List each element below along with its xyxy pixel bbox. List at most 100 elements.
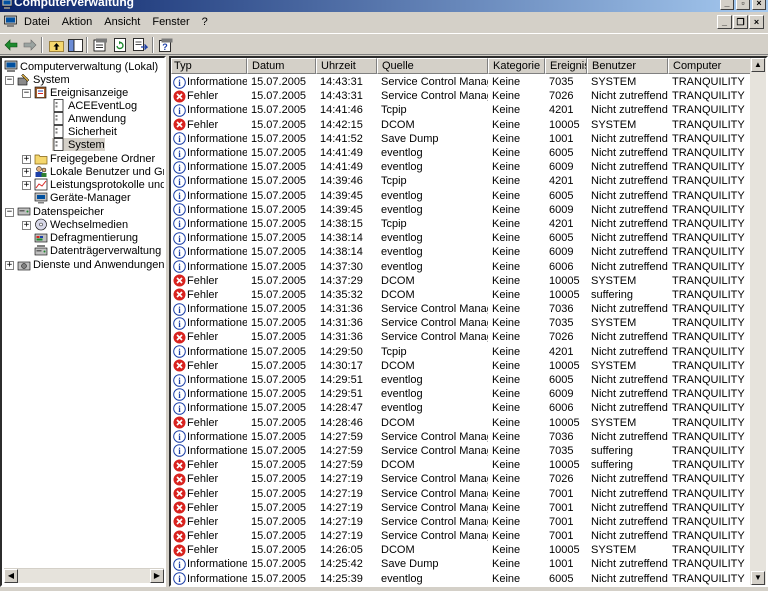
column-header-computer[interactable]: Computer xyxy=(668,58,751,74)
table-row[interactable]: Fehler 15.07.2005 14:27:19 Service Control … xyxy=(171,529,751,543)
event-type: iInformationen xyxy=(171,146,247,160)
export-icon[interactable] xyxy=(132,37,148,53)
tree-item-sicherheit[interactable]: Sicherheit xyxy=(52,125,117,138)
expand-toggle[interactable]: + xyxy=(22,155,31,164)
table-row[interactable]: iInformationen 15.07.2005 14:38:14 eventlog… xyxy=(171,231,751,245)
table-row[interactable]: iInformationen 15.07.2005 14:41:46 Tcpip Kei… xyxy=(171,103,751,117)
column-header-ereignis[interactable]: Ereignis xyxy=(545,58,587,74)
collapse-toggle[interactable]: − xyxy=(22,89,31,98)
table-row[interactable]: iInformationen 15.07.2005 14:41:52 Save Dum… xyxy=(171,132,751,146)
scroll-down-button[interactable]: ▼ xyxy=(751,571,765,585)
table-row[interactable]: iInformationen 15.07.2005 14:31:36 Service … xyxy=(171,316,751,330)
tree-horizontal-scrollbar[interactable]: ◀ ▶ xyxy=(4,568,164,583)
event-date: 15.07.2005 xyxy=(251,260,307,273)
table-row[interactable]: iInformationen 15.07.2005 14:37:30 eventlog… xyxy=(171,259,751,273)
table-row[interactable]: Fehler 15.07.2005 14:27:19 Service Control … xyxy=(171,472,751,486)
close-button[interactable]: × xyxy=(752,0,766,10)
table-row[interactable]: iInformationen 15.07.2005 14:43:31 Service … xyxy=(171,75,751,89)
table-row[interactable]: Fehler 15.07.2005 14:28:46 DCOM Keine 10005 SY… xyxy=(171,416,751,430)
menu-datei[interactable]: Datei xyxy=(18,16,56,28)
table-row[interactable]: Fehler 15.07.2005 14:42:15 DCOM Keine 10005 SY… xyxy=(171,118,751,132)
tree-item-computerverwaltung[interactable]: Computerverwaltung (Lokal) xyxy=(4,60,158,73)
table-row[interactable]: iInformationen 15.07.2005 14:39:45 eventlog… xyxy=(171,189,751,203)
table-row[interactable]: iInformationen 15.07.2005 14:29:51 eventlog… xyxy=(171,387,751,401)
table-row[interactable]: iInformationen 15.07.2005 14:41:49 eventlog… xyxy=(171,146,751,160)
table-row[interactable]: iInformationen 15.07.2005 14:41:49 eventlog… xyxy=(171,160,751,174)
event-type: iInformationen xyxy=(171,430,247,444)
table-row[interactable]: iInformationen 15.07.2005 14:25:39 eventlog… xyxy=(171,572,751,585)
column-header-datum[interactable]: Datum xyxy=(247,58,316,74)
table-row[interactable]: iInformationen 15.07.2005 14:39:45 eventlog… xyxy=(171,203,751,217)
tree-item-geraete-manager[interactable]: Geräte-Manager xyxy=(34,191,131,204)
menu-help[interactable]: ? xyxy=(196,16,214,28)
tree-item-wechselmedien[interactable]: Wechselmedien xyxy=(34,218,128,231)
tree-item-aceeventlog[interactable]: ACEEventLog xyxy=(52,99,137,112)
expand-toggle[interactable]: + xyxy=(22,221,31,230)
table-row[interactable]: iInformationen 15.07.2005 14:28:47 eventlog… xyxy=(171,401,751,415)
tree-item-system[interactable]: System xyxy=(17,73,70,86)
event-category: Keine xyxy=(492,147,521,160)
show-tree-icon[interactable] xyxy=(67,37,83,53)
scroll-right-button[interactable]: ▶ xyxy=(150,569,164,583)
back-icon[interactable] xyxy=(3,37,19,53)
column-header-benutzer[interactable]: Benutzer xyxy=(587,58,668,74)
collapse-toggle[interactable]: − xyxy=(5,76,14,85)
table-row[interactable]: Fehler 15.07.2005 14:35:32 DCOM Keine 10005 su… xyxy=(171,288,751,302)
table-row[interactable]: iInformationen 15.07.2005 14:29:50 Tcpip Kei… xyxy=(171,345,751,359)
child-restore-button[interactable]: ❐ xyxy=(733,15,748,29)
table-row[interactable]: iInformationen 15.07.2005 14:25:42 Save Dum… xyxy=(171,557,751,571)
column-header-kategorie[interactable]: Kategorie xyxy=(488,58,545,74)
tree-item-anwendung[interactable]: Anwendung xyxy=(52,112,126,125)
menu-fenster[interactable]: Fenster xyxy=(146,16,195,28)
column-header-typ[interactable]: Typ xyxy=(171,58,247,74)
help-icon[interactable]: ? xyxy=(158,37,174,53)
table-row[interactable]: Fehler 15.07.2005 14:27:19 Service Control … xyxy=(171,486,751,500)
table-row[interactable]: Fehler 15.07.2005 14:27:19 Service Control … xyxy=(171,501,751,515)
expand-toggle[interactable]: + xyxy=(22,181,31,190)
table-row[interactable]: Fehler 15.07.2005 14:27:19 Service Control … xyxy=(171,515,751,529)
table-row[interactable]: Fehler 15.07.2005 14:43:31 Service Control … xyxy=(171,89,751,103)
event-id: 4201 xyxy=(549,175,574,188)
tree-item-defragmentierung[interactable]: Defragmentierung xyxy=(34,231,138,244)
properties-icon[interactable] xyxy=(92,37,108,53)
scroll-up-button[interactable]: ▲ xyxy=(751,58,765,72)
table-row[interactable]: iInformationen 15.07.2005 14:29:51 eventlog… xyxy=(171,373,751,387)
forward-icon[interactable] xyxy=(22,37,38,53)
up-folder-icon[interactable] xyxy=(48,37,64,53)
console-icon[interactable] xyxy=(4,15,17,28)
column-header-quelle[interactable]: Quelle xyxy=(377,58,488,74)
menu-ansicht[interactable]: Ansicht xyxy=(98,16,146,28)
table-row[interactable]: iInformationen 15.07.2005 14:27:59 Service … xyxy=(171,444,751,458)
tree-item-lokale-benutzer[interactable]: Lokale Benutzer und Gruppen xyxy=(34,165,164,178)
table-row[interactable]: iInformationen 15.07.2005 14:38:14 eventlog… xyxy=(171,245,751,259)
tree-item-freigegebene-ordner[interactable]: Freigegebene Ordner xyxy=(34,152,155,165)
minimize-button[interactable]: _ xyxy=(720,0,734,10)
table-row[interactable]: iInformationen 15.07.2005 14:31:36 Service … xyxy=(171,302,751,316)
scroll-left-button[interactable]: ◀ xyxy=(4,569,18,583)
table-row[interactable]: Fehler 15.07.2005 14:30:17 DCOM Keine 10005 SY… xyxy=(171,359,751,373)
menu-aktion[interactable]: Aktion xyxy=(56,16,99,28)
table-row[interactable]: Fehler 15.07.2005 14:27:59 DCOM Keine 10005 su… xyxy=(171,458,751,472)
maximize-button[interactable]: ▫ xyxy=(736,0,750,10)
table-row[interactable]: iInformationen 15.07.2005 14:39:46 Tcpip Kei… xyxy=(171,174,751,188)
tree-item-ereignisanzeige[interactable]: Ereignisanzeige xyxy=(34,86,128,99)
table-row[interactable]: Fehler 15.07.2005 14:31:36 Service Control … xyxy=(171,330,751,344)
tree-item-datentraegerverwaltung[interactable]: Datenträgerverwaltung xyxy=(34,244,161,257)
event-category: Keine xyxy=(492,132,521,145)
collapse-toggle[interactable]: − xyxy=(5,208,14,217)
tree-item-system-log[interactable]: System xyxy=(52,138,105,151)
tree-item-dienste[interactable]: Dienste und Anwendungen xyxy=(17,258,164,271)
table-row[interactable]: Fehler 15.07.2005 14:26:05 DCOM Keine 10005 SY… xyxy=(171,543,751,557)
expand-toggle[interactable]: + xyxy=(5,261,14,270)
tree-item-leistungsprotokolle[interactable]: Leistungsprotokolle und Warnungen xyxy=(34,178,164,191)
child-close-button[interactable]: × xyxy=(749,15,764,29)
table-row[interactable]: iInformationen 15.07.2005 14:27:59 Service … xyxy=(171,430,751,444)
table-row[interactable]: Fehler 15.07.2005 14:37:29 DCOM Keine 10005 SY… xyxy=(171,274,751,288)
table-row[interactable]: iInformationen 15.07.2005 14:38:15 Tcpip Kei… xyxy=(171,217,751,231)
expand-toggle[interactable]: + xyxy=(22,168,31,177)
refresh-icon[interactable] xyxy=(112,37,128,53)
child-minimize-button[interactable]: _ xyxy=(717,15,732,29)
column-header-uhrzeit[interactable]: Uhrzeit xyxy=(316,58,377,74)
tree-item-datenspeicher[interactable]: Datenspeicher xyxy=(17,205,104,218)
list-vertical-scrollbar[interactable]: ▲ ▼ xyxy=(750,58,766,585)
